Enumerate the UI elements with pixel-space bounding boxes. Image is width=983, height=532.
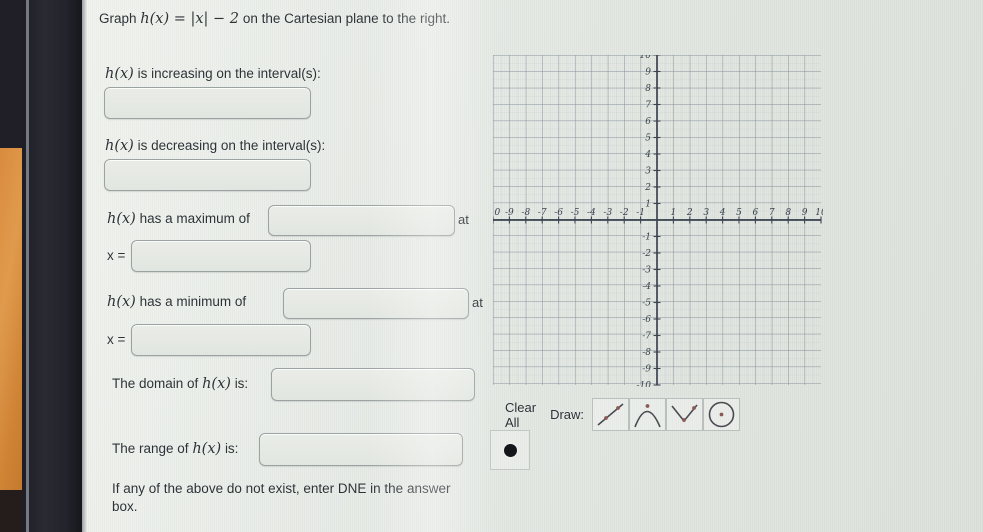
y-tick-label: 1 [645,200,651,210]
range-label: The range of h(x) is: [112,440,238,460]
increasing-input[interactable] [104,87,311,119]
instruction-function: h(x) = |x| − 2 [140,11,240,27]
y-tick-label: 6 [645,117,651,127]
y-tick-label: 2 [644,183,651,193]
increasing-label-function: h(x) [105,66,134,82]
range-label-post: is: [224,441,239,456]
footnote-line1: If any of the above do not exist, enter … [112,481,404,496]
y-tick-label: 10 [640,55,652,61]
y-tick-label: 7 [645,101,651,111]
decreasing-label-function: h(x) [105,138,134,154]
minimum-label: h(x) has a minimum of [107,293,246,313]
decreasing-label-text: is decreasing on the interval(s): [137,138,326,153]
x-tick-label: 7 [769,208,775,218]
y-tick-label: 3 [645,167,651,177]
y-tick-label: -4 [642,282,651,292]
instruction-prefix: Graph [99,11,137,26]
x-tick-label: 2 [686,208,693,218]
line-tool-icon[interactable] [592,398,630,431]
x-tick-label: -8 [521,208,530,218]
x-tick-label: -7 [538,208,547,218]
parabola-tool-icon[interactable] [629,398,667,431]
absolute-value-tool-icon[interactable] [666,398,704,431]
footnote: If any of the above do not exist, enter … [112,480,462,516]
problem-instruction: Graph h(x) = |x| − 2 on the Cartesian pl… [99,10,479,30]
x-tick-label: 3 [703,208,709,218]
maximum-label-function: h(x) [107,211,136,227]
x-tick-label: 8 [785,208,791,218]
increasing-label-text: is increasing on the interval(s): [137,66,321,81]
decreasing-input[interactable] [104,159,311,191]
maximum-x-input[interactable] [131,240,311,272]
y-tick-label: 4 [644,150,651,160]
instruction-suffix: on the Cartesian plane to the [242,11,417,26]
bezel-highlight [26,0,29,532]
x-tick-label: 1 [671,208,677,218]
x-tick-label: -9 [505,208,514,218]
maximum-label-text: has a maximum of [139,211,250,226]
x-tick-label: 5 [736,208,742,218]
x-tick-label: 10 [815,208,823,218]
question-form: Graph h(x) = |x| − 2 on the Cartesian pl… [87,0,507,532]
y-tick-label: 5 [645,134,651,144]
minimum-label-function: h(x) [107,294,136,310]
y-tick-label: -6 [642,315,651,325]
maximum-at-label: at [458,212,469,227]
x-tick-label: -10 [493,208,501,218]
draw-label: Draw: [550,407,585,422]
x-tick-label: 4 [719,208,726,218]
x-tick-label: 6 [753,208,759,218]
maximum-label: h(x) has a maximum of [107,210,250,230]
x-tick-label: -3 [603,208,612,218]
y-tick-label: -1 [642,233,651,243]
domain-label: The domain of h(x) is: [112,375,248,395]
minimum-value-input[interactable] [283,288,469,319]
increasing-label: h(x) is increasing on the interval(s): [105,65,321,85]
y-tick-label: -3 [642,266,651,276]
x-tick-label: 9 [802,208,808,218]
screen-area: Graph h(x) = |x| − 2 on the Cartesian pl… [87,0,983,532]
maximum-value-input[interactable] [268,205,455,236]
range-input[interactable] [259,433,463,466]
circle-tool-icon[interactable] [703,398,741,431]
x-tick-label: -5 [571,208,580,218]
maximum-x-label: x = [107,248,126,263]
range-label-function: h(x) [192,441,222,457]
x-tick-label: -6 [554,208,563,218]
y-tick-label: -8 [642,348,651,358]
x-tick-label: -1 [636,208,645,218]
y-tick-label: 9 [645,68,651,78]
minimum-x-label: x = [107,332,126,347]
y-tick-label: 8 [645,84,651,94]
y-tick-label: -2 [642,249,651,259]
point-tool-icon[interactable] [490,430,530,470]
minimum-at-label: at [472,295,483,310]
y-tick-label: -7 [642,332,651,342]
y-tick-label: -10 [637,381,652,387]
domain-label-pre: The domain of [112,376,199,391]
clear-all-button[interactable]: Clear All [505,400,536,430]
graph-grid[interactable]: -10-9-8-7-6-5-4-3-2-112345678910 1098765… [493,55,823,387]
decreasing-label: h(x) is decreasing on the interval(s): [105,137,325,157]
domain-label-function: h(x) [202,376,231,392]
x-tick-label: -2 [620,208,629,218]
range-label-pre: The range of [112,441,189,456]
minimum-label-text: has a minimum of [139,294,247,309]
y-tick-label: -9 [642,365,651,375]
monitor-bezel [22,0,84,532]
domain-input[interactable] [271,368,475,401]
point-tool-dot [503,443,517,457]
instruction-line2: right. [419,11,450,26]
domain-label-post: is: [234,376,249,391]
y-tick-label: -5 [642,299,651,309]
minimum-x-input[interactable] [131,324,311,356]
x-tick-label: -4 [587,208,596,218]
cartesian-plane[interactable]: -10-9-8-7-6-5-4-3-2-112345678910 1098765… [493,55,823,387]
